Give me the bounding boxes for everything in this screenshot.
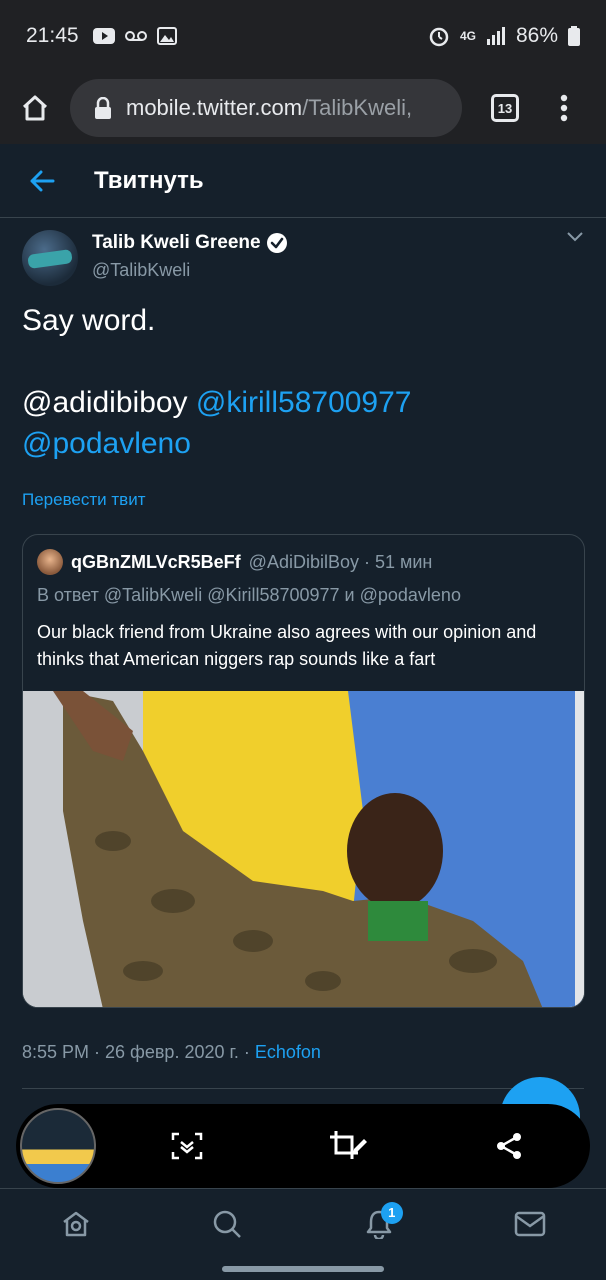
screenshot-thumbnail[interactable]: [20, 1108, 96, 1184]
status-bar: 21:45 4G 86%: [0, 0, 606, 72]
browser-toolbar: mobile.twitter.com/TalibKweli, 13: [0, 72, 606, 144]
share-button[interactable]: [479, 1116, 539, 1176]
photo-illustration: [23, 691, 584, 1007]
quoted-author-handle-time: @AdiDibilBoy · 51 мин: [248, 551, 433, 572]
tweet-text-line: Say word.: [22, 304, 156, 337]
quoted-author-name: qGBnZMLVcR5BeFf: [71, 551, 241, 572]
mention-adidibiboy[interactable]: @adidibiboy: [22, 386, 188, 419]
author-name-row[interactable]: Talib Kweli Greene: [92, 232, 288, 254]
home-icon: [63, 1211, 89, 1236]
youtube-icon: [92, 28, 115, 44]
lock-icon: [94, 97, 112, 119]
quoted-avatar: [37, 549, 63, 575]
bottom-navigation: 1: [0, 1188, 606, 1258]
nav-search[interactable]: [197, 1194, 257, 1254]
home-button[interactable]: [0, 72, 70, 144]
status-time: 21:45: [26, 24, 79, 47]
browser-menu-button[interactable]: [538, 72, 590, 144]
nav-home[interactable]: [46, 1194, 106, 1254]
author-name: Talib Kweli Greene: [92, 232, 261, 253]
back-button[interactable]: [0, 144, 84, 218]
translate-tweet-link[interactable]: Перевести твит: [22, 490, 145, 510]
quoted-reply-to: В ответ @TalibKweli @Kirill58700977 и @p…: [37, 585, 461, 605]
home-icon: [22, 95, 48, 121]
battery-percent: 86%: [515, 24, 558, 47]
tweet-options-button[interactable]: [566, 230, 584, 248]
scroll-capture-icon: [171, 1132, 202, 1160]
url-path: /TalibKweli,: [302, 95, 413, 120]
mention-podavleno[interactable]: @podavleno: [22, 427, 191, 460]
screenshot-toolbar: [16, 1104, 590, 1188]
more-vert-icon: [560, 94, 568, 122]
url-domain: mobile.twitter.com: [126, 95, 303, 120]
divider: [22, 1088, 584, 1089]
avatar[interactable]: [22, 230, 78, 286]
tweet-client-link[interactable]: Echofon: [255, 1042, 321, 1062]
mail-icon: [515, 1211, 546, 1236]
tweet-date: 8:55 PM · 26 февр. 2020 г. ·: [22, 1042, 255, 1062]
crop-edit-button[interactable]: [318, 1116, 378, 1176]
arrow-left-icon: [30, 170, 55, 191]
page-header: Твитнуть: [0, 144, 606, 218]
mention-kirill[interactable]: @kirill58700977: [196, 386, 412, 419]
crop-edit-icon: [329, 1131, 367, 1159]
address-bar[interactable]: mobile.twitter.com/TalibKweli,: [70, 79, 462, 137]
author-handle[interactable]: @TalibKweli: [92, 260, 190, 281]
tab-count: 13: [491, 94, 519, 122]
tweet-text: Say word. @adidibiboy @kirill58700977 @p…: [22, 300, 584, 464]
gesture-bar: [0, 1258, 606, 1280]
share-icon: [497, 1133, 522, 1159]
nav-notifications[interactable]: 1: [349, 1194, 409, 1254]
voicemail-icon: [124, 31, 147, 41]
status-notification-icons: [92, 27, 177, 45]
tweet-author: Talib Kweli Greene @TalibKweli: [22, 230, 584, 290]
alarm-icon: [429, 27, 449, 47]
chevron-down-icon: [567, 232, 583, 242]
scroll-capture-button[interactable]: [157, 1116, 217, 1176]
network-type: 4G: [459, 29, 476, 43]
quoted-tweet-text: Our black friend from Ukraine also agree…: [37, 622, 537, 669]
tweet-timestamp: 8:55 PM · 26 февр. 2020 г. · Echofon: [22, 1042, 321, 1063]
quoted-tweet[interactable]: qGBnZMLVcR5BeFf @AdiDibilBoy · 51 мин В …: [22, 534, 585, 1008]
image-icon: [156, 27, 177, 45]
search-icon: [214, 1210, 242, 1238]
tab-switcher-button[interactable]: 13: [472, 72, 538, 144]
home-gesture-pill[interactable]: [222, 1266, 384, 1272]
signal-icon: [486, 27, 505, 45]
quoted-tweet-image[interactable]: [23, 691, 584, 1007]
quoted-tweet-header: qGBnZMLVcR5BeFf @AdiDibilBoy · 51 мин: [37, 549, 432, 575]
nav-messages[interactable]: [500, 1194, 560, 1254]
notification-badge: 1: [380, 1201, 403, 1224]
page-title: Твитнуть: [94, 166, 204, 194]
battery-icon: [568, 26, 580, 46]
verified-badge-icon: [266, 233, 287, 253]
